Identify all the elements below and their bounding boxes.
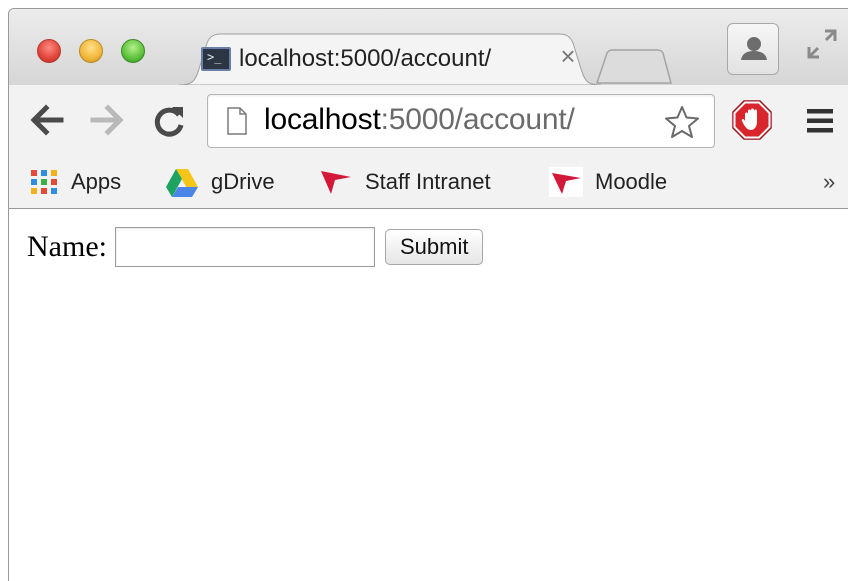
url-path: :5000/account/ [380, 103, 575, 136]
terminal-icon: >_ [201, 47, 231, 71]
bookmark-moodle[interactable]: Moodle [549, 155, 667, 209]
bookmark-apps[interactable]: Apps [29, 155, 121, 209]
red-flag-icon [321, 171, 351, 194]
bookmark-staff-intranet[interactable]: Staff Intranet [319, 155, 491, 209]
name-input[interactable] [114, 227, 375, 267]
browser-window: >_ localhost:5000/account/ × localhost:5… [8, 8, 848, 581]
bookmark-label: Moodle [595, 169, 668, 194]
minimize-window-button[interactable] [79, 39, 103, 63]
new-tab-button[interactable] [595, 49, 673, 85]
tab-title: localhost:5000/account/ [239, 45, 492, 72]
moodle-flag-icon [549, 167, 583, 197]
forward-arrow-icon[interactable] [89, 103, 125, 137]
menu-icon[interactable] [807, 109, 833, 133]
tab-close-icon[interactable]: × [553, 41, 583, 71]
page-content: Name: Submit [9, 209, 848, 581]
url-host: localhost [264, 103, 381, 136]
bookmark-label: gDrive [211, 169, 275, 194]
back-arrow-icon[interactable] [29, 103, 65, 137]
close-window-button[interactable] [37, 39, 61, 63]
address-bar[interactable]: localhost:5000/account/ [207, 94, 715, 148]
zoom-window-button[interactable] [121, 39, 145, 63]
bookmark-label: Staff Intranet [365, 169, 491, 194]
bookmark-gdrive[interactable]: gDrive [165, 155, 275, 209]
name-label: Name: [27, 230, 107, 263]
person-icon [741, 37, 767, 60]
navigation-toolbar: localhost:5000/account/ [9, 85, 848, 155]
adblock-icon[interactable] [731, 99, 773, 141]
profile-button[interactable] [727, 23, 779, 75]
tab-strip: >_ localhost:5000/account/ × [9, 9, 848, 85]
page-icon [227, 107, 247, 135]
terminal-glyph: >_ [207, 50, 222, 64]
reload-icon[interactable] [151, 103, 187, 139]
bookmark-label: Apps [71, 169, 122, 194]
tab-active[interactable]: >_ localhost:5000/account/ × [179, 33, 601, 85]
apps-grid-icon [31, 170, 57, 194]
account-form: Name: Submit [27, 227, 484, 267]
submit-button[interactable]: Submit [384, 229, 484, 265]
fullscreen-icon[interactable] [805, 27, 839, 61]
url-text[interactable]: localhost:5000/account/ [264, 103, 575, 137]
bookmark-star-icon[interactable] [664, 105, 700, 139]
bookmarks-bar: Apps gDrive Staff Intranet Moodle » [9, 155, 848, 209]
bookmarks-overflow-button[interactable]: » [823, 169, 835, 195]
google-drive-icon [166, 169, 198, 197]
